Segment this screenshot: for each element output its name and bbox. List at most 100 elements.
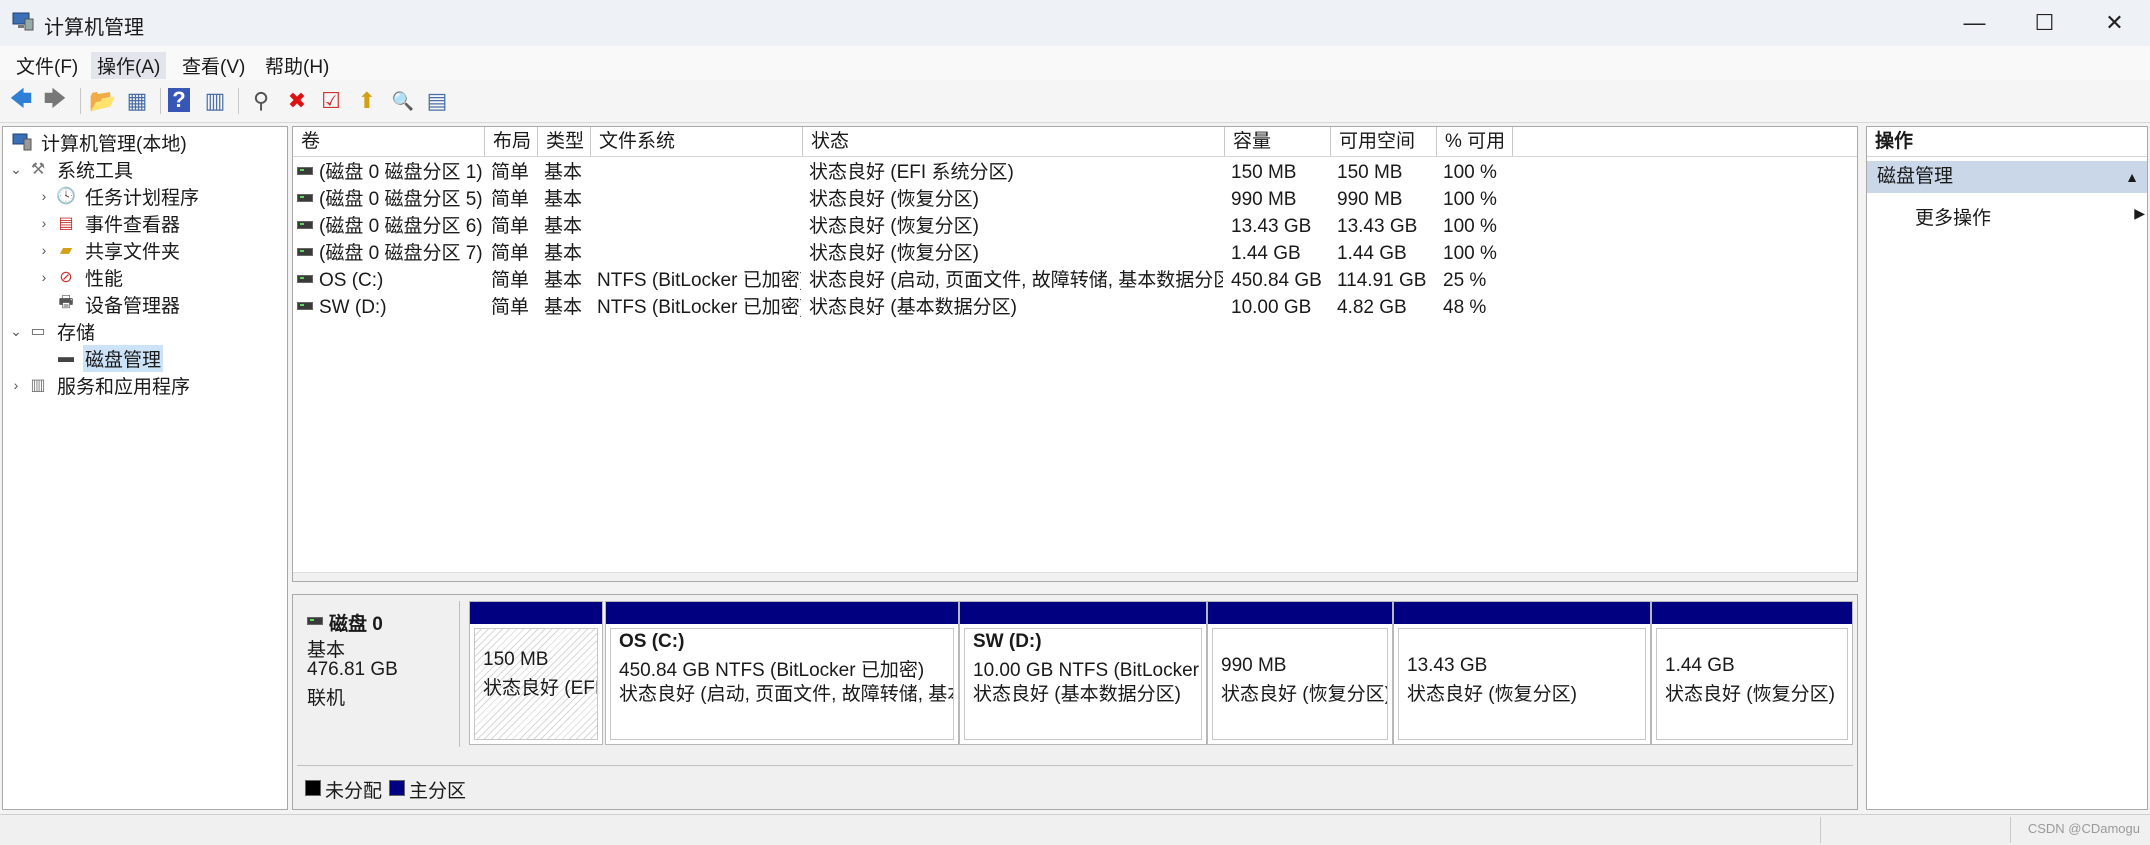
partition-name: SW (D:) xyxy=(973,631,1042,652)
forward-icon[interactable]: 🡆 xyxy=(42,86,68,114)
tree-item-disk-management[interactable]: ▬ 磁盘管理 xyxy=(51,344,164,372)
toolbar-separator xyxy=(80,88,81,114)
chevron-right-icon[interactable]: › xyxy=(37,242,51,258)
partition-recovery-5[interactable]: 990 MB 状态良好 (恢复分区) xyxy=(1207,601,1393,745)
app-icon xyxy=(12,11,34,31)
table-row[interactable]: (磁盘 0 磁盘分区 5) 简单 基本 状态良好 (恢复分区) 990 MB 990 MB… xyxy=(293,186,1497,213)
show-tree-icon[interactable]: ▦ xyxy=(124,88,150,114)
toolbar: 🡄 🡆 📂 ▦ ? ▥ ⚲ ✖ ☑ ⬆ 🔍 ▤ xyxy=(0,80,2150,123)
find-icon[interactable]: 🔍 xyxy=(390,88,416,114)
toolbar-separator xyxy=(238,88,239,114)
chevron-right-icon[interactable]: › xyxy=(37,215,51,231)
legend: 未分配 主分区 xyxy=(297,765,1853,806)
menu-help[interactable]: 帮助(H) xyxy=(259,52,335,79)
list-scrollbar-area[interactable] xyxy=(293,572,1857,581)
col-header-capacity[interactable]: 容量 xyxy=(1225,127,1331,157)
col-header-empty xyxy=(1513,127,1857,157)
tree-item-root[interactable]: 计算机管理(本地) xyxy=(7,129,189,155)
tree-item-event-viewer[interactable]: › ▤ 事件查看器 xyxy=(37,210,182,236)
partition-efi[interactable]: 150 MB 状态良好 (EFI xyxy=(469,601,603,745)
table-row[interactable]: (磁盘 0 磁盘分区 6) 简单 基本 状态良好 (恢复分区) 13.43 GB 13.4… xyxy=(293,213,1497,240)
properties-icon[interactable]: ☑ xyxy=(318,88,344,114)
cell-percent-free: 100 % xyxy=(1443,216,1497,237)
cell-free-space: 150 MB xyxy=(1337,162,1403,183)
delete-icon[interactable]: ✖ xyxy=(284,88,310,114)
cell-percent-free: 100 % xyxy=(1443,243,1497,264)
legend-primary-label: 主分区 xyxy=(409,781,467,802)
status-bar: CSDN @CDamogu xyxy=(0,814,2150,845)
tree-item-device-manager[interactable]: 🖶 设备管理器 xyxy=(51,291,182,317)
col-header-percent-free[interactable]: % 可用 xyxy=(1437,127,1513,157)
help-icon[interactable]: ? xyxy=(168,87,190,112)
tree-item-services-apps[interactable]: › ▥ 服务和应用程序 xyxy=(9,372,192,398)
connect-icon[interactable]: ⚲ xyxy=(248,88,274,114)
col-header-type[interactable]: 类型 xyxy=(538,127,591,157)
table-row[interactable]: (磁盘 0 磁盘分区 1) 简单 基本 状态良好 (EFI 系统分区) 150 MB 15… xyxy=(293,159,1497,186)
col-header-filesystem[interactable]: 文件系统 xyxy=(591,127,803,157)
cell-volume: (磁盘 0 磁盘分区 6) xyxy=(297,213,483,240)
disk-icon xyxy=(307,616,323,625)
chevron-down-icon[interactable]: ⌄ xyxy=(9,323,23,340)
menu-view[interactable]: 查看(V) xyxy=(176,52,251,79)
table-row[interactable]: (磁盘 0 磁盘分区 7) 简单 基本 状态良好 (恢复分区) 1.44 GB 1.44 … xyxy=(293,240,1497,267)
partition-status: 状态良好 (恢复分区) xyxy=(1221,684,1388,705)
menu-file[interactable]: 文件(F) xyxy=(10,52,84,79)
cell-status: 状态良好 (恢复分区) xyxy=(809,189,979,210)
collapse-icon[interactable]: ▲ xyxy=(2125,161,2139,193)
performance-gauge-icon: ⊘ xyxy=(59,269,73,286)
col-header-volume[interactable]: 卷 xyxy=(293,127,485,157)
view-pane-icon[interactable]: ▥ xyxy=(202,88,228,114)
minimize-button[interactable]: — xyxy=(1940,0,2009,46)
partition-status: 状态良好 (恢复分区) xyxy=(1665,684,1835,705)
partition-recovery-6[interactable]: 13.43 GB 状态良好 (恢复分区) xyxy=(1393,601,1651,745)
more-actions-item[interactable]: 更多操作 ▶ xyxy=(1915,203,2145,230)
disk-name: 磁盘 0 xyxy=(329,614,383,635)
cell-filesystem: NTFS (BitLocker 已加密) xyxy=(597,297,801,318)
tree-label: 系统工具 xyxy=(57,160,134,182)
refresh-icon[interactable]: ⬆ xyxy=(354,88,380,114)
table-row[interactable]: SW (D:) 简单 基本 NTFS (BitLocker 已加密) 状态良好 (基本数… xyxy=(293,294,1493,321)
tree-item-shared-folders[interactable]: › ▰ 共享文件夹 xyxy=(37,237,182,263)
up-folder-icon[interactable]: 📂 xyxy=(89,88,116,114)
clock-icon: 🕓 xyxy=(56,188,76,205)
disk-title: 磁盘 0 xyxy=(307,609,383,636)
tree-label: 计算机管理(本地) xyxy=(41,133,187,155)
chevron-right-icon[interactable]: › xyxy=(9,377,23,393)
partition-bar xyxy=(960,602,1206,624)
actions-section-label: 磁盘管理 xyxy=(1877,166,1954,187)
tree-item-task-scheduler[interactable]: › 🕓 任务计划程序 xyxy=(37,183,201,209)
col-header-layout[interactable]: 布局 xyxy=(485,127,538,157)
chevron-right-icon[interactable]: › xyxy=(37,269,51,285)
partition-status: 状态良好 (EFI xyxy=(483,678,598,699)
menu-action[interactable]: 操作(A) xyxy=(91,52,167,79)
col-header-free-space[interactable]: 可用空间 xyxy=(1331,127,1437,157)
close-button[interactable]: ✕ xyxy=(2080,0,2149,46)
cell-layout: 简单 xyxy=(491,216,530,237)
status-separator xyxy=(2010,817,2011,843)
chevron-down-icon[interactable]: ⌄ xyxy=(9,161,23,178)
watermark: CSDN @CDamogu xyxy=(2027,821,2140,836)
partition-os-c[interactable]: OS (C:) 450.84 GB NTFS (BitLocker 已加密) 状… xyxy=(605,601,959,745)
cell-layout: 简单 xyxy=(491,189,530,210)
col-header-status[interactable]: 状态 xyxy=(803,127,1225,157)
partition-recovery-7[interactable]: 1.44 GB 状态良好 (恢复分区) xyxy=(1651,601,1853,745)
partition-sw-d[interactable]: SW (D:) 10.00 GB NTFS (BitLocker 已 状态良好 … xyxy=(959,601,1207,745)
cell-volume: (磁盘 0 磁盘分区 7) xyxy=(297,240,483,267)
back-icon[interactable]: 🡄 xyxy=(8,86,34,114)
cell-free-space: 1.44 GB xyxy=(1337,243,1407,264)
partition-body: OS (C:) 450.84 GB NTFS (BitLocker 已加密) 状… xyxy=(610,628,954,740)
maximize-button[interactable]: ☐ xyxy=(2010,0,2079,46)
partition-size: 450.84 GB NTFS (BitLocker 已加密) xyxy=(619,660,925,681)
table-row[interactable]: OS (C:) 简单 基本 NTFS (BitLocker 已加密) 状态良好 (启动,… xyxy=(293,267,1493,294)
event-log-icon: ▤ xyxy=(58,215,74,232)
disk-info[interactable]: 磁盘 0 基本 476.81 GB 联机 xyxy=(297,601,460,747)
tree-item-performance[interactable]: › ⊘ 性能 xyxy=(37,264,125,290)
actions-section-disk-management[interactable]: 磁盘管理 ▲ xyxy=(1867,161,2147,193)
chevron-right-icon[interactable]: › xyxy=(37,188,51,204)
disk-graphical-view: 磁盘 0 基本 476.81 GB 联机 150 MB 状态良好 (EFI OS… xyxy=(292,594,1858,810)
export-list-icon[interactable]: ▤ xyxy=(424,88,450,114)
submenu-arrow-icon: ▶ xyxy=(2134,205,2145,221)
tree-item-storage[interactable]: ⌄ ▭ 存储 xyxy=(9,318,97,344)
partition-body: SW (D:) 10.00 GB NTFS (BitLocker 已 状态良好 … xyxy=(964,628,1202,740)
tree-item-system-tools[interactable]: ⌄ ⚒ 系统工具 xyxy=(9,156,135,182)
